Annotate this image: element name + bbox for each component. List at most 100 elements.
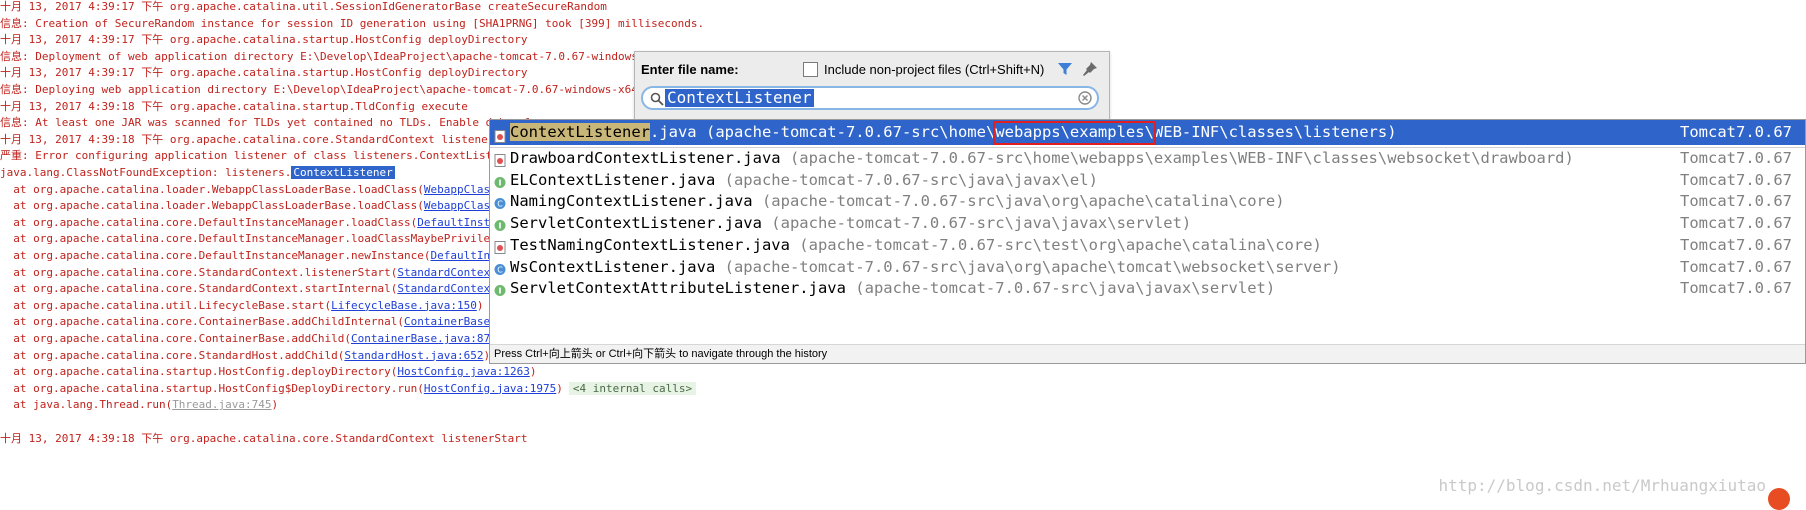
result-module: Tomcat7.0.67 bbox=[1680, 170, 1792, 189]
source-link[interactable]: StandardHost.java:652 bbox=[344, 349, 483, 362]
internal-calls-fold[interactable]: <4 internal calls> bbox=[568, 381, 697, 395]
console-highlight: ContextListener bbox=[291, 166, 395, 179]
svg-text:C: C bbox=[497, 200, 503, 209]
result-name: TestNamingContextListener.java bbox=[510, 235, 800, 254]
console-line-text: at org.apache.catalina.startup.HostConfi… bbox=[0, 381, 424, 395]
result-row[interactable]: ELContextListener.java (apache-tomcat-7.… bbox=[490, 170, 1805, 191]
result-path: (apache-tomcat-7.0.67-src\java\javax\el) bbox=[724, 170, 1098, 189]
console-line-text: 信息: At least one JAR was scanned for TLD… bbox=[0, 116, 539, 130]
result-module: Tomcat7.0.67 bbox=[1680, 214, 1792, 233]
file-name-input[interactable]: ContextListener bbox=[665, 89, 814, 107]
pin-icon[interactable] bbox=[1082, 61, 1098, 77]
result-file-name: ELContextListener.java (apache-tomcat-7.… bbox=[510, 170, 1098, 191]
popup-title: Enter file name: bbox=[641, 62, 739, 77]
result-module: Tomcat7.0.67 bbox=[1680, 123, 1792, 141]
result-path: (apache-tomcat-7.0.67-src\java\org\apach… bbox=[724, 257, 1341, 276]
source-link[interactable]: LifecycleBase.java:150 bbox=[331, 299, 477, 312]
result-path: (apache-tomcat-7.0.67-src\test\org\apach… bbox=[799, 235, 1322, 254]
result-row[interactable]: C WsContextListener.java (apache-tomcat-7… bbox=[490, 257, 1805, 278]
result-file-name: ContextListener.java (apache-tomcat-7.0.… bbox=[510, 120, 1397, 145]
console-line-text: 十月 13, 2017 4:39:18 下午 org.apache.catali… bbox=[0, 132, 528, 146]
search-icon bbox=[650, 92, 664, 106]
console-line-text: 信息: Deployment of web application direct… bbox=[0, 49, 718, 63]
result-row[interactable]: C NamingContextListener.java (apache-tomc… bbox=[490, 191, 1805, 212]
class-icon: C bbox=[494, 195, 506, 210]
source-link[interactable]: ContainerBase.java:877 bbox=[351, 332, 497, 345]
java-file-icon bbox=[494, 152, 506, 167]
console-line-text: at org.apache.catalina.core.DefaultInsta… bbox=[0, 249, 431, 262]
console-line: 十月 13, 2017 4:39:18 下午 org.apache.catali… bbox=[0, 429, 527, 448]
result-path: (apache-tomcat-7.0.67-src\home\ bbox=[705, 123, 996, 141]
console-line-text: at org.apache.catalina.core.StandardCont… bbox=[0, 265, 398, 279]
include-non-project-checkbox[interactable] bbox=[803, 62, 818, 77]
result-row[interactable]: ServletContextAttributeListener.java (ap… bbox=[490, 278, 1805, 299]
console-line-text: 十月 13, 2017 4:39:18 下午 org.apache.catali… bbox=[0, 431, 528, 445]
result-name: NamingContextListener.java bbox=[510, 192, 762, 211]
console-line-tail: ) bbox=[529, 365, 537, 379]
filter-icon[interactable] bbox=[1057, 61, 1073, 77]
console-line-text: at org.apache.catalina.core.DefaultInsta… bbox=[0, 215, 418, 229]
navigation-hint: Press Ctrl+向上箭头 or Ctrl+向下箭头 to navigate… bbox=[490, 344, 1805, 363]
console-line-text: 信息: Deploying web application directory … bbox=[0, 83, 698, 96]
result-name: WsContextListener.java bbox=[510, 257, 725, 276]
source-link[interactable]: Thread.java:745 bbox=[172, 398, 271, 411]
result-row[interactable]: ContextListener.java (apache-tomcat-7.0.… bbox=[490, 120, 1805, 145]
console-line-text: 十月 13, 2017 4:39:17 下午 org.apache.catali… bbox=[0, 66, 528, 80]
console-line-text: at org.apache.catalina.loader.WebappClas… bbox=[0, 199, 424, 213]
result-name: ELContextListener.java bbox=[510, 170, 725, 189]
console-line-text: at org.apache.catalina.core.ContainerBas… bbox=[0, 332, 351, 345]
interface-icon bbox=[494, 174, 506, 188]
result-name: ServletContextListener.java bbox=[510, 214, 772, 233]
result-file-name: NamingContextListener.java (apache-tomca… bbox=[510, 191, 1285, 212]
console-line-text: at org.apache.catalina.util.LifecycleBas… bbox=[0, 298, 332, 312]
result-row[interactable]: ServletContextListener.java (apache-tomc… bbox=[490, 213, 1805, 234]
console-line-text: at org.apache.catalina.core.StandardCont… bbox=[0, 282, 398, 296]
result-module: Tomcat7.0.67 bbox=[1680, 192, 1792, 211]
class-icon: C bbox=[494, 261, 506, 275]
result-name: DrawboardContextListener.java bbox=[510, 149, 790, 167]
console-line-text: at org.apache.catalina.core.DefaultInsta… bbox=[0, 232, 517, 246]
result-row[interactable]: TestNamingContextListener.java (apache-t… bbox=[490, 235, 1805, 256]
result-path: (apache-tomcat-7.0.67-src\java\org\apach… bbox=[761, 192, 1285, 211]
console-line-text: 十月 13, 2017 4:39:17 下午 org.apache.catali… bbox=[0, 0, 607, 13]
result-path-rest: WEB-INF\classes\listeners) bbox=[1153, 123, 1397, 141]
watermark-text: http://blog.csdn.net/Mrhuangxiutao bbox=[1438, 476, 1766, 495]
result-file-name: ServletContextAttributeListener.java (ap… bbox=[510, 278, 1275, 299]
java-file-icon bbox=[494, 239, 506, 254]
console-line-text: 十月 13, 2017 4:39:18 下午 org.apache.catali… bbox=[0, 99, 468, 113]
result-path: (apache-tomcat-7.0.67-src\java\javax\ser… bbox=[771, 214, 1192, 233]
source-link[interactable]: HostConfig.java:1975 bbox=[424, 382, 556, 395]
interface-icon bbox=[494, 217, 506, 232]
source-link[interactable]: HostConfig.java:1263 bbox=[397, 365, 529, 378]
result-name-rest: .java bbox=[649, 123, 706, 141]
result-path-boxed: webapps\examples\ bbox=[995, 123, 1154, 141]
result-match-highlight: ContextListener bbox=[510, 123, 650, 141]
include-non-project-label[interactable]: Include non-project files (Ctrl+Shift+N) bbox=[824, 62, 1044, 77]
result-module: Tomcat7.0.67 bbox=[1680, 257, 1792, 276]
result-module: Tomcat7.0.67 bbox=[1680, 149, 1792, 167]
console-line-text: at org.apache.catalina.loader.WebappClas… bbox=[0, 182, 424, 196]
console-line-text: at org.apache.catalina.core.StandardHost… bbox=[0, 348, 345, 362]
file-name-search-box[interactable]: ContextListener bbox=[641, 86, 1099, 110]
file-results-list: Press Ctrl+向上箭头 or Ctrl+向下箭头 to navigate… bbox=[489, 119, 1806, 364]
result-file-name: ServletContextListener.java (apache-tomc… bbox=[510, 213, 1191, 234]
console-line-text: at java.lang.Thread.run( bbox=[0, 398, 173, 412]
console-line-text: 信息: Creation of SecureRandom instance fo… bbox=[0, 16, 705, 30]
console-line-text: at org.apache.catalina.core.ContainerBas… bbox=[0, 315, 404, 329]
svg-text:C: C bbox=[497, 265, 503, 274]
goto-file-popup: Enter file name: Include non-project fil… bbox=[634, 51, 1110, 120]
clear-search-icon[interactable] bbox=[1078, 91, 1092, 105]
result-file-name: TestNamingContextListener.java (apache-t… bbox=[510, 235, 1322, 256]
result-path: (apache-tomcat-7.0.67-src\java\javax\ser… bbox=[855, 279, 1276, 298]
console-line-tail: ) bbox=[476, 298, 484, 312]
result-path: (apache-tomcat-7.0.67-src\home\webapps\e… bbox=[789, 149, 1574, 167]
result-row[interactable]: DrawboardContextListener.java (apache-to… bbox=[490, 148, 1805, 169]
console-line-tail: ) bbox=[556, 381, 563, 395]
console-line: at java.lang.Thread.run(Thread.java:745) bbox=[0, 395, 278, 414]
result-file-name: DrawboardContextListener.java (apache-to… bbox=[510, 148, 1574, 169]
result-file-name: WsContextListener.java (apache-tomcat-7.… bbox=[510, 257, 1341, 278]
java-file-icon bbox=[494, 126, 506, 143]
result-module: Tomcat7.0.67 bbox=[1680, 279, 1792, 298]
console-line-text: at org.apache.catalina.startup.HostConfi… bbox=[0, 365, 398, 379]
console-line-tail: ) bbox=[271, 398, 279, 412]
